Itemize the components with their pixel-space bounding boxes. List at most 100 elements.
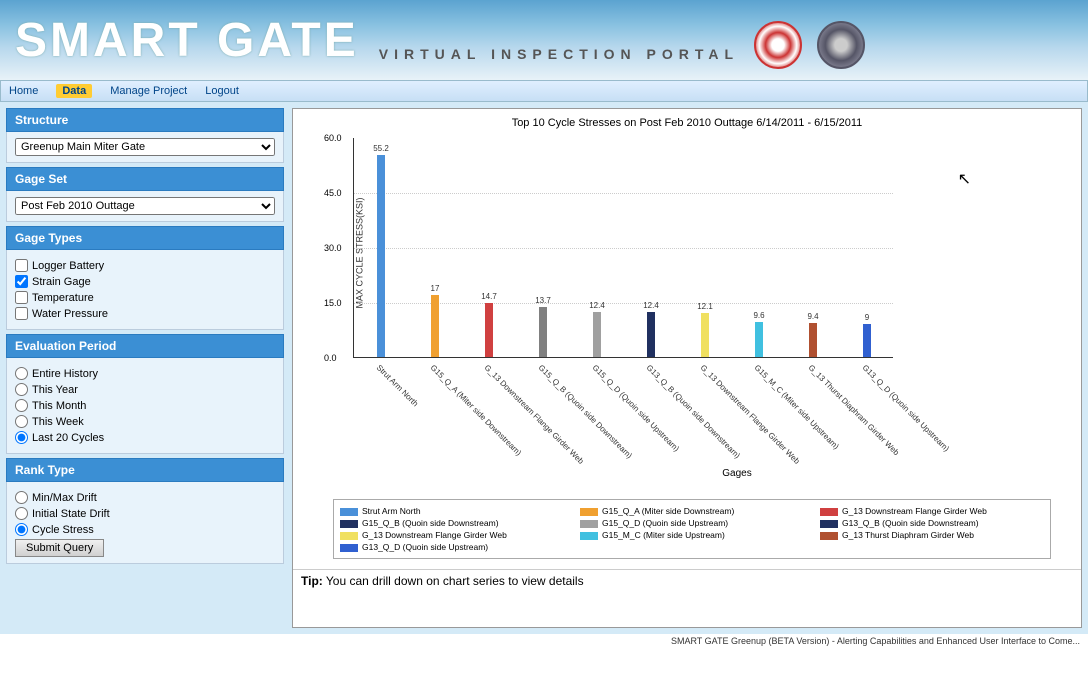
legend-swatch — [820, 508, 838, 516]
chart-bar[interactable] — [593, 312, 601, 357]
gage-set-select[interactable]: Post Feb 2010 Outtage — [15, 197, 275, 215]
x-axis-label: Gages — [393, 468, 1081, 479]
legend-swatch — [340, 508, 358, 516]
legend-item: G15_Q_A (Miter side Downstream) — [580, 506, 804, 516]
cursor-icon: ↖ — [958, 169, 971, 189]
evaluation-period-label: Last 20 Cycles — [32, 432, 104, 444]
chart-bar[interactable] — [485, 303, 493, 357]
legend-swatch — [580, 520, 598, 528]
nav-manage-project[interactable]: Manage Project — [110, 85, 187, 97]
chart-bar[interactable] — [863, 324, 871, 357]
rank-type-label: Initial State Drift — [32, 508, 110, 520]
rank-type-option[interactable]: Min/Max Drift — [15, 491, 275, 504]
seal-icon-1 — [754, 21, 802, 69]
legend-item: G_13 Thurst Diaphram Girder Web — [820, 530, 1044, 540]
bar-value-label: 12.4 — [589, 301, 605, 310]
rank-type-radio[interactable] — [15, 507, 28, 520]
y-tick: 30.0 — [324, 243, 342, 253]
evaluation-period-radio[interactable] — [15, 383, 28, 396]
gage-type-option[interactable]: Logger Battery — [15, 259, 275, 272]
chart-bar[interactable] — [431, 295, 439, 357]
bar-value-label: 9 — [865, 313, 869, 322]
gage-type-label: Water Pressure — [32, 308, 108, 320]
legend-item: G_13 Downstream Flange Girder Web — [340, 530, 564, 540]
legend-swatch — [340, 532, 358, 540]
legend-item: G13_Q_D (Quoin side Upstream) — [340, 542, 564, 552]
legend-swatch — [340, 544, 358, 552]
gage-type-label: Logger Battery — [32, 260, 104, 272]
legend-item: G15_Q_D (Quoin side Upstream) — [580, 518, 804, 528]
x-tick-label: G_13 Downstream Flange Girder Web — [483, 363, 586, 466]
chart-legend: Strut Arm NorthG15_Q_A (Miter side Downs… — [333, 499, 1051, 559]
submit-query-button[interactable]: Submit Query — [15, 539, 104, 557]
evaluation-period-option[interactable]: Last 20 Cycles — [15, 431, 275, 444]
evaluation-period-radio[interactable] — [15, 367, 28, 380]
nav-data[interactable]: Data — [56, 84, 92, 98]
legend-label: G15_M_C (Miter side Upstream) — [602, 530, 725, 540]
bar-value-label: 12.4 — [643, 301, 659, 310]
evaluation-period-label: This Year — [32, 384, 78, 396]
legend-label: G_13 Thurst Diaphram Girder Web — [842, 530, 974, 540]
grid-line — [354, 193, 893, 194]
evaluation-period-radio[interactable] — [15, 399, 28, 412]
evaluation-period-option[interactable]: Entire History — [15, 367, 275, 380]
legend-label: G_13 Downstream Flange Girder Web — [362, 530, 507, 540]
legend-swatch — [820, 532, 838, 540]
gage-type-label: Strain Gage — [32, 276, 91, 288]
x-tick-label: G15_M_C (Miter side Upstream) — [753, 363, 841, 451]
gage-type-option[interactable]: Water Pressure — [15, 307, 275, 320]
nav-logout[interactable]: Logout — [205, 85, 239, 97]
evaluation-period-label: This Month — [32, 400, 86, 412]
y-tick: 0.0 — [324, 353, 337, 363]
evaluation-period-label: This Week — [32, 416, 84, 428]
x-tick-label: G13_Q_D (Quoin side Upstream) — [861, 363, 951, 453]
gage-type-checkbox[interactable] — [15, 291, 28, 304]
bar-value-label: 9.4 — [807, 312, 818, 321]
gage-types-header: Gage Types — [6, 226, 284, 250]
evaluation-period-option[interactable]: This Month — [15, 399, 275, 412]
chart-bar[interactable] — [377, 155, 385, 357]
legend-swatch — [340, 520, 358, 528]
chart-bar[interactable] — [809, 323, 817, 357]
rank-type-option[interactable]: Initial State Drift — [15, 507, 275, 520]
bar-value-label: 55.2 — [373, 144, 389, 153]
gage-type-option[interactable]: Strain Gage — [15, 275, 275, 288]
legend-item: G15_M_C (Miter side Upstream) — [580, 530, 804, 540]
rank-type-option[interactable]: Cycle Stress — [15, 523, 275, 536]
tip-label: Tip: — [301, 574, 323, 588]
grid-line — [354, 248, 893, 249]
chart-plot-area[interactable]: MAX CYCLE STRESS(KSI) 0.015.030.045.060.… — [353, 138, 893, 358]
gage-type-option[interactable]: Temperature — [15, 291, 275, 304]
gage-set-header: Gage Set — [6, 167, 284, 191]
rank-type-header: Rank Type — [6, 458, 284, 482]
chart-bar[interactable] — [755, 322, 763, 357]
evaluation-period-radio[interactable] — [15, 415, 28, 428]
main-layout: Structure Greenup Main Miter Gate Gage S… — [0, 102, 1088, 634]
header-banner: SMART GATE VIRTUAL INSPECTION PORTAL — [0, 0, 1088, 80]
x-tick-label: G15_Q_A (Miter side Downstream) — [429, 363, 523, 457]
y-tick: 45.0 — [324, 188, 342, 198]
legend-label: G13_Q_B (Quoin side Downstream) — [842, 518, 979, 528]
legend-label: G_13 Downstream Flange Girder Web — [842, 506, 987, 516]
evaluation-period-option[interactable]: This Week — [15, 415, 275, 428]
rank-type-radio[interactable] — [15, 491, 28, 504]
structure-select[interactable]: Greenup Main Miter Gate — [15, 138, 275, 156]
legend-item: G_13 Downstream Flange Girder Web — [820, 506, 1044, 516]
chart-bar[interactable] — [647, 312, 655, 357]
gage-type-checkbox[interactable] — [15, 307, 28, 320]
legend-swatch — [580, 508, 598, 516]
gage-type-checkbox[interactable] — [15, 259, 28, 272]
rank-type-radio[interactable] — [15, 523, 28, 536]
gage-type-label: Temperature — [32, 292, 94, 304]
nav-home[interactable]: Home — [9, 85, 38, 97]
y-tick: 15.0 — [324, 298, 342, 308]
chart-bar[interactable] — [701, 313, 709, 357]
gage-type-checkbox[interactable] — [15, 275, 28, 288]
chart-panel: Top 10 Cycle Stresses on Post Feb 2010 O… — [292, 108, 1082, 628]
evaluation-period-option[interactable]: This Year — [15, 383, 275, 396]
bar-value-label: 14.7 — [481, 292, 497, 301]
chart-bar[interactable] — [539, 307, 547, 357]
legend-swatch — [580, 532, 598, 540]
tip-bar: Tip: You can drill down on chart series … — [293, 569, 1081, 592]
evaluation-period-radio[interactable] — [15, 431, 28, 444]
